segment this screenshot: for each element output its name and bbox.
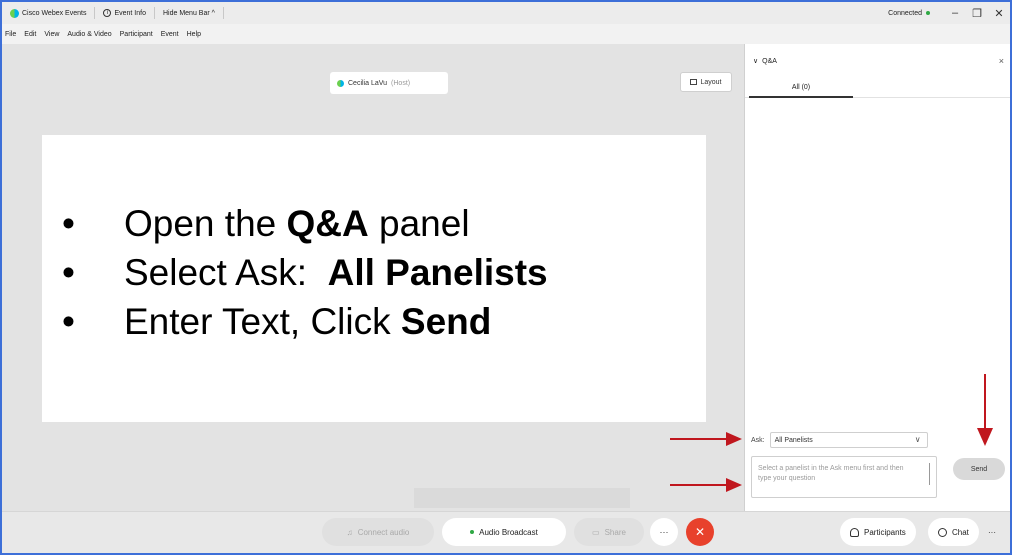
instruction-list: • Open the Q&A panel • Select Ask: All P… — [62, 199, 548, 346]
question-input-placeholder: Select a panelist in the Ask menu first … — [758, 465, 904, 482]
instruction-item: • Enter Text, Click Send — [62, 297, 548, 346]
ask-dropdown-value: All Panelists — [774, 436, 813, 444]
host-avatar-icon — [337, 79, 344, 87]
text-caret — [929, 463, 930, 485]
connected-dot-icon — [926, 11, 930, 15]
maximize-button[interactable]: ❐ — [966, 7, 988, 20]
qa-tabs: All (0) — [745, 78, 1010, 98]
participants-button[interactable]: Participants — [840, 518, 916, 546]
chevron-down-icon: ∨ — [914, 435, 921, 444]
webex-window: Cisco Webex Events i Event Info Hide Men… — [0, 0, 1012, 555]
bullet: • — [62, 252, 75, 293]
connect-audio-button[interactable]: ♫ Connect audio — [322, 518, 434, 546]
qa-panel: ∨ Q&A × All (0) Ask: All Panelists ∨ Sel… — [744, 44, 1010, 511]
ask-dropdown[interactable]: All Panelists ∨ — [769, 432, 928, 448]
tab-all-questions[interactable]: All (0) — [749, 78, 853, 98]
connect-audio-label: Connect audio — [357, 527, 410, 537]
title-bar: Cisco Webex Events i Event Info Hide Men… — [2, 2, 1010, 24]
menu-view[interactable]: View — [44, 31, 59, 38]
hide-menu-label: Hide Menu Bar ^ — [162, 9, 215, 17]
event-info-button[interactable]: i Event Info — [95, 7, 155, 19]
more-options-button[interactable]: ··· — [650, 518, 678, 546]
instruction-text: Select Ask: — [124, 252, 328, 293]
instruction-item: • Open the Q&A panel — [62, 199, 548, 248]
menu-help[interactable]: Help — [187, 31, 201, 38]
hide-menu-bar-button[interactable]: Hide Menu Bar ^ — [155, 7, 224, 19]
qa-title: Q&A — [762, 57, 777, 65]
ask-row: Ask: All Panelists ∨ — [751, 432, 928, 448]
instruction-text: Enter Text, Click — [124, 301, 401, 342]
qa-header: ∨ Q&A × — [745, 44, 1010, 78]
instruction-text: Open the — [124, 203, 287, 244]
share-label: Share — [604, 527, 626, 537]
audio-icon: ♫ — [346, 527, 353, 537]
send-button[interactable]: Send — [953, 458, 1005, 480]
webex-logo-icon — [10, 8, 19, 18]
minimize-button[interactable]: – — [944, 7, 966, 19]
instruction-bold: All Panelists — [327, 252, 548, 293]
event-info-label: Event Info — [114, 9, 146, 17]
layout-icon — [690, 79, 698, 85]
overflow-icon: ··· — [988, 527, 996, 537]
host-name: Cecilia LaVu — [348, 79, 388, 87]
layout-button[interactable]: Layout — [680, 72, 732, 92]
menu-audio-video[interactable]: Audio & Video — [67, 31, 111, 38]
instruction-bold: Send — [400, 301, 492, 342]
participants-icon — [850, 527, 859, 537]
chat-icon — [938, 527, 947, 537]
info-icon: i — [103, 9, 112, 17]
instruction-overlay: • Open the Q&A panel • Select Ask: All P… — [42, 135, 706, 422]
bullet: • — [62, 203, 75, 244]
layout-label: Layout — [700, 78, 722, 86]
title-bar-right: Connected – ❐ ✕ — [874, 2, 1010, 24]
audio-broadcast-button[interactable]: Audio Broadcast — [442, 518, 566, 546]
stage-bottom-strip — [414, 488, 630, 508]
bottom-toolbar: ♫ Connect audio Audio Broadcast ▭ Share … — [2, 511, 1010, 553]
instruction-item: • Select Ask: All Panelists — [62, 248, 548, 297]
participants-label: Participants — [864, 527, 906, 537]
menu-participant[interactable]: Participant — [120, 31, 153, 38]
window-close-button[interactable]: ✕ — [988, 7, 1010, 20]
host-tag: (Host) — [391, 79, 411, 87]
menu-event[interactable]: Event — [161, 31, 179, 38]
chat-label: Chat — [952, 527, 969, 537]
chat-button[interactable]: Chat — [928, 518, 979, 546]
audio-broadcast-label: Audio Broadcast — [479, 527, 538, 537]
overflow-menu-button[interactable]: ··· — [984, 518, 1000, 546]
leave-meeting-button[interactable]: ✕ — [686, 518, 714, 546]
main-stage: Cecilia LaVu (Host) Layout • Open the Q&… — [2, 44, 744, 511]
app-name: Cisco Webex Events — [22, 9, 87, 17]
menu-file[interactable]: File — [5, 31, 16, 38]
ask-label: Ask: — [751, 436, 765, 444]
app-title: Cisco Webex Events — [2, 7, 96, 19]
connection-status-label: Connected — [888, 9, 922, 17]
collapse-chevron-icon[interactable]: ∨ — [753, 57, 758, 65]
host-video-label: Cecilia LaVu (Host) — [330, 72, 448, 94]
instruction-bold: Q&A — [286, 203, 369, 244]
menu-bar: File Edit View Audio & Video Participant… — [2, 24, 1010, 44]
instruction-text: panel — [368, 203, 470, 244]
qa-close-button[interactable]: × — [999, 56, 1004, 66]
bullet: • — [62, 301, 75, 342]
menu-edit[interactable]: Edit — [24, 31, 36, 38]
broadcast-dot-icon — [470, 530, 475, 534]
share-button[interactable]: ▭ Share — [574, 518, 644, 546]
connection-status: Connected — [874, 10, 944, 17]
question-input[interactable]: Select a panelist in the Ask menu first … — [751, 456, 937, 498]
share-icon: ▭ — [592, 527, 600, 537]
